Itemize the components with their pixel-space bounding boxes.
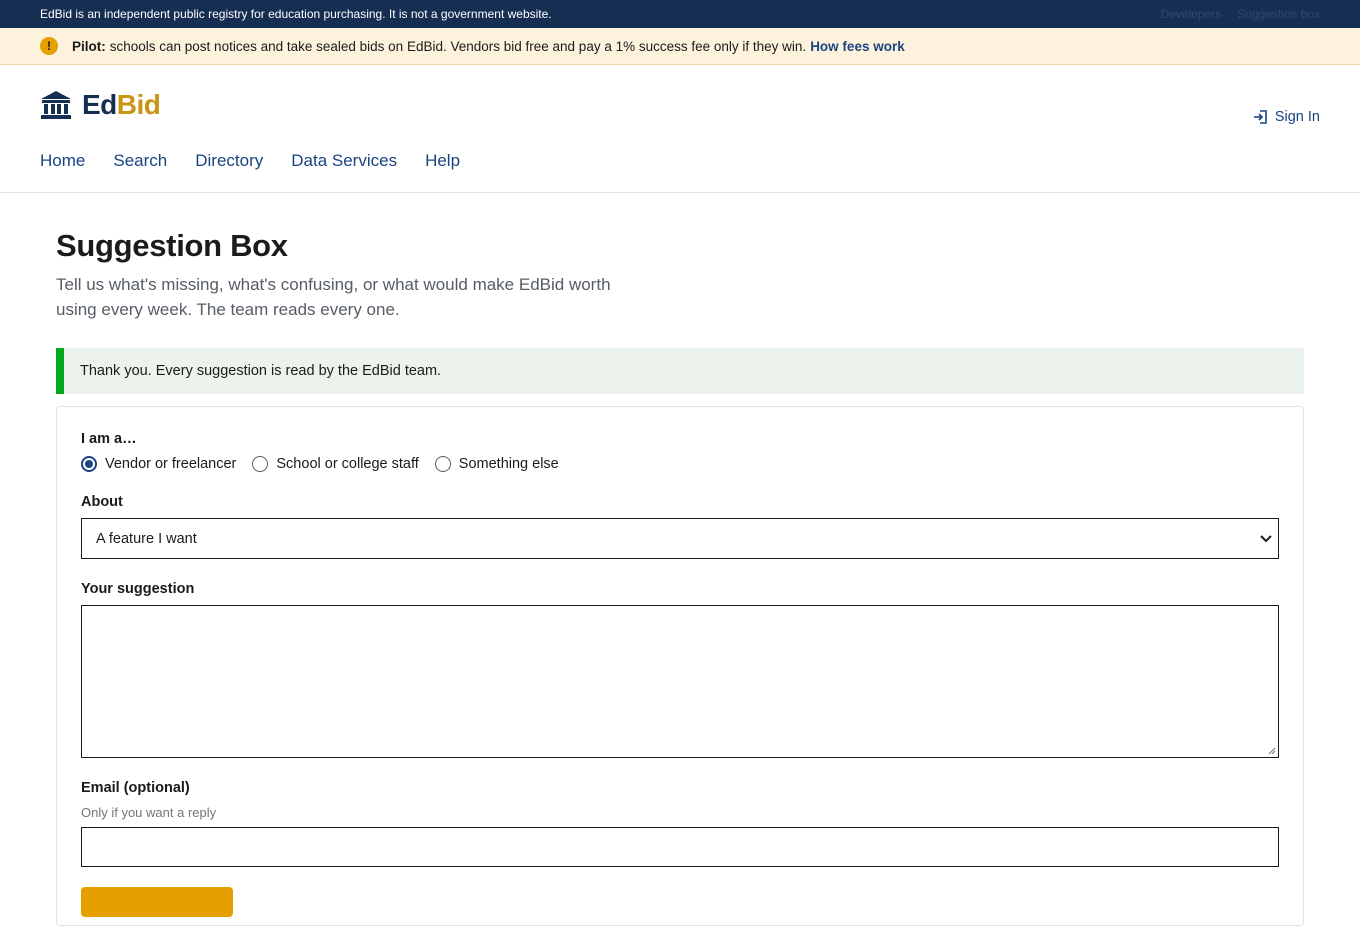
role-radio-other[interactable] — [434, 456, 451, 472]
suggestion-label: Your suggestion — [81, 581, 195, 597]
pilot-text: schools can post notices and take sealed… — [109, 38, 807, 54]
role-label-school: School or college staff — [276, 456, 419, 472]
nav-search[interactable]: Search — [113, 151, 167, 171]
about-select-value: A feature I want — [96, 530, 197, 547]
nav-directory[interactable]: Directory — [195, 151, 263, 171]
pilot-banner: ! Pilot: schools can post notices and ta… — [0, 28, 1360, 65]
how-fees-work-link[interactable]: How fees work — [810, 39, 905, 54]
page-title: Suggestion Box — [56, 228, 288, 263]
role-option-vendor[interactable]: Vendor or freelancer — [81, 456, 236, 472]
email-hint: Only if you want a reply — [81, 805, 217, 820]
independence-notice: EdBid is an independent public registry … — [40, 7, 552, 21]
brand-name-ed: Ed — [82, 89, 117, 120]
success-alert-text: Thank you. Every suggestion is read by t… — [80, 363, 442, 379]
brand-logo[interactable]: EdBid — [40, 89, 161, 121]
page-subtitle: Tell us what's missing, what's confusing… — [56, 275, 611, 319]
suggestion-box-link[interactable]: Suggestion box — [1237, 7, 1320, 21]
about-label: About — [81, 494, 123, 510]
topbar-links: Developers Suggestion box — [1161, 7, 1320, 21]
sign-in-link[interactable]: Sign In — [1252, 109, 1320, 125]
success-alert: Thank you. Every suggestion is read by t… — [56, 348, 1304, 394]
resize-grip-icon[interactable] — [1267, 746, 1276, 755]
brand-name: EdBid — [82, 89, 161, 121]
developers-link[interactable]: Developers — [1161, 7, 1222, 21]
role-label-other: Something else — [458, 456, 559, 472]
about-select[interactable]: A feature I want — [81, 518, 1279, 559]
role-radio-group: Vendor or freelancer School or college s… — [81, 456, 1279, 472]
email-label: Email (optional) — [81, 780, 190, 796]
nav-help[interactable]: Help — [425, 151, 460, 171]
top-notice-bar: EdBid is an independent public registry … — [0, 0, 1360, 28]
warning-icon: ! — [40, 37, 58, 55]
site-header: EdBid Sign In Home Search Directory Data… — [0, 65, 1360, 193]
suggestion-textarea[interactable] — [81, 605, 1279, 758]
suggestion-form: I am a… Vendor or freelancer School or c… — [56, 406, 1304, 926]
brand-name-bid: Bid — [116, 89, 161, 120]
sign-in-label: Sign In — [1274, 109, 1320, 125]
main-content: Suggestion Box Tell us what's missing, w… — [0, 228, 1360, 926]
role-option-other[interactable]: Something else — [434, 456, 559, 472]
submit-button[interactable] — [81, 887, 233, 917]
email-field[interactable] — [81, 827, 1279, 867]
nav-home[interactable]: Home — [40, 151, 85, 171]
role-radio-school[interactable] — [252, 456, 269, 472]
bank-icon — [41, 91, 71, 119]
role-option-school[interactable]: School or college staff — [252, 456, 419, 472]
chevron-down-icon — [1260, 534, 1272, 542]
sign-in-icon — [1253, 110, 1267, 124]
role-label: I am a… — [81, 431, 137, 447]
nav-data-services[interactable]: Data Services — [291, 151, 397, 171]
pilot-label: Pilot: — [72, 38, 106, 54]
role-label-vendor: Vendor or freelancer — [105, 456, 237, 472]
main-nav: Home Search Directory Data Services Help — [40, 151, 460, 171]
role-radio-vendor[interactable] — [81, 456, 97, 472]
